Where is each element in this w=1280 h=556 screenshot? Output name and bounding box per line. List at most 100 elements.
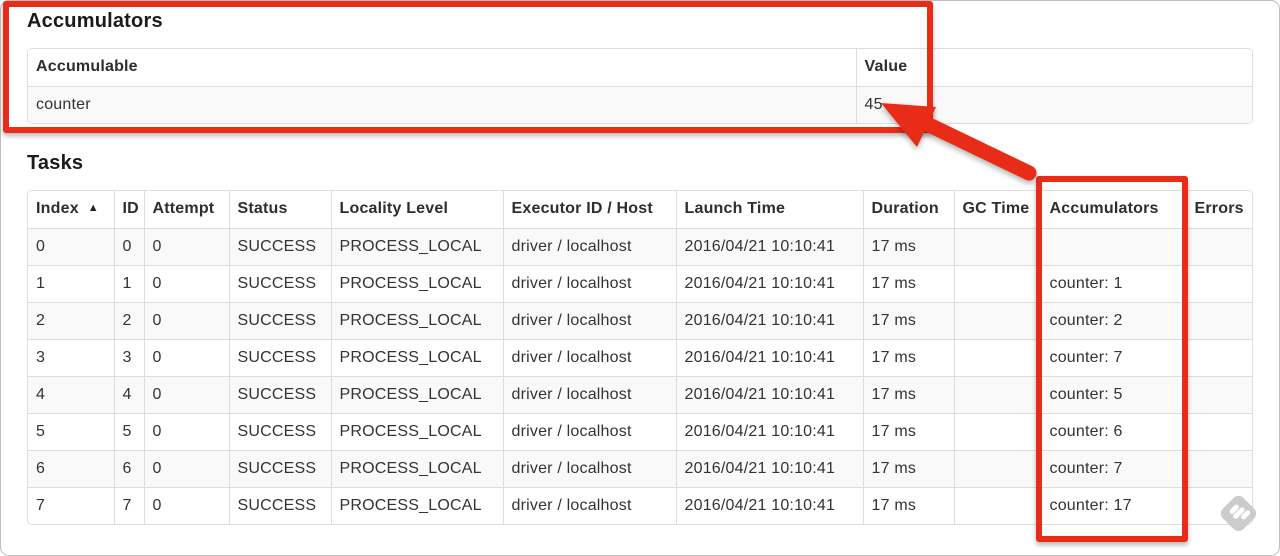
accumulators-table-header-row: Accumulable Value [28, 49, 1252, 86]
tasks-table-row-0: 0 0 0 SUCCESS PROCESS_LOCAL driver / localhos… [28, 227, 1252, 265]
tasks-table-cell-index: 3 [28, 338, 114, 376]
tasks-table-header-attempt[interactable]: Attempt [143, 191, 229, 228]
tasks-table-cell-id: 1 [113, 264, 144, 302]
tasks-table-header-accumulators[interactable]: Accumulators [1040, 191, 1186, 228]
tasks-table-cell-executor_id_host: driver / localhost [502, 412, 676, 450]
tasks-table-cell-executor_id_host: driver / localhost [502, 227, 676, 265]
accumulators-section-title: Accumulators [27, 10, 163, 32]
tasks-table-header-gc_time[interactable]: GC Time [953, 191, 1041, 228]
tasks-table-cell-status: SUCCESS [228, 412, 331, 450]
tasks-table-cell-locality_level: PROCESS_LOCAL [330, 227, 503, 265]
tasks-table-cell-accumulators: counter: 7 [1040, 338, 1186, 376]
tasks-table-cell-id: 6 [113, 449, 144, 487]
tasks-table-cell-errors [1185, 375, 1252, 413]
annotation-arrow-shaft [915, 114, 1037, 181]
tasks-table-header-executor_id_host[interactable]: Executor ID / Host [502, 191, 676, 228]
column-label: Status [237, 200, 288, 218]
tasks-table-cell-launch_time: 2016/04/21 10:10:41 [675, 486, 863, 524]
tasks-table-cell-duration: 17 ms [862, 301, 954, 339]
tasks-table-row-3: 3 3 0 SUCCESS PROCESS_LOCAL driver / localhos… [28, 338, 1252, 376]
tasks-table-cell-executor_id_host: driver / localhost [502, 338, 676, 376]
tasks-table-cell-gc_time [953, 227, 1041, 265]
tasks-table-cell-attempt: 0 [143, 264, 229, 302]
tasks-table-cell-errors [1185, 338, 1252, 376]
tasks-table-cell-gc_time [953, 264, 1041, 302]
tasks-table-cell-locality_level: PROCESS_LOCAL [330, 338, 503, 376]
tasks-table-cell-locality_level: PROCESS_LOCAL [330, 486, 503, 524]
tasks-table-cell-accumulators: counter: 1 [1040, 264, 1186, 302]
tasks-table-cell-index: 5 [28, 412, 114, 450]
tasks-table-cell-locality_level: PROCESS_LOCAL [330, 264, 503, 302]
sort-ascending-icon: ▲ [87, 202, 99, 215]
tasks-table-cell-launch_time: 2016/04/21 10:10:41 [675, 227, 863, 265]
column-label: Errors [1194, 200, 1244, 218]
tasks-table-cell-locality_level: PROCESS_LOCAL [330, 412, 503, 450]
tasks-table-cell-status: SUCCESS [228, 338, 331, 376]
tasks-table-cell-launch_time: 2016/04/21 10:10:41 [675, 301, 863, 339]
tasks-table-cell-attempt: 0 [143, 449, 229, 487]
tasks-table-header-index[interactable]: Index ▲ [28, 191, 114, 228]
tasks-table-cell-accumulators [1040, 227, 1186, 265]
tasks-table-header-locality_level[interactable]: Locality Level [330, 191, 503, 228]
tasks-table-cell-attempt: 0 [143, 301, 229, 339]
tasks-table-header-id[interactable]: ID [113, 191, 144, 228]
tasks-table-cell-errors [1185, 449, 1252, 487]
tasks-table-cell-accumulators: counter: 6 [1040, 412, 1186, 450]
tasks-table-cell-id: 0 [113, 227, 144, 265]
column-label: Index [36, 200, 79, 218]
column-label: Attempt [152, 200, 215, 218]
tasks-table: Index ▲ ID Attempt Status Locality Level Execu… [28, 191, 1252, 524]
tasks-table-row-1: 1 1 0 SUCCESS PROCESS_LOCAL driver / localhos… [28, 264, 1252, 302]
column-label: Accumulators [1049, 200, 1159, 218]
tasks-table-header-launch_time[interactable]: Launch Time [675, 191, 863, 228]
tasks-table-cell-errors [1185, 301, 1252, 339]
tasks-table-cell-status: SUCCESS [228, 264, 331, 302]
tasks-table-cell-attempt: 0 [143, 412, 229, 450]
tasks-table-cell-accumulators: counter: 2 [1040, 301, 1186, 339]
tasks-table-cell-executor_id_host: driver / localhost [502, 375, 676, 413]
tasks-table-cell-launch_time: 2016/04/21 10:10:41 [675, 412, 863, 450]
accumulators-table-header-accumulable[interactable]: Accumulable [28, 49, 856, 86]
column-label: Duration [871, 200, 939, 218]
tasks-table-cell-status: SUCCESS [228, 227, 331, 265]
column-label: Accumulable [36, 58, 138, 76]
tasks-table-header-duration[interactable]: Duration [862, 191, 954, 228]
accumulators-table-header-value[interactable]: Value [855, 49, 1252, 86]
column-label: Locality Level [339, 200, 449, 218]
tasks-table-cell-index: 2 [28, 301, 114, 339]
tasks-table-cell-gc_time [953, 301, 1041, 339]
tasks-table-cell-duration: 17 ms [862, 449, 954, 487]
tasks-table-cell-attempt: 0 [143, 375, 229, 413]
tasks-table-header-status[interactable]: Status [228, 191, 331, 228]
tasks-table-cell-errors [1185, 264, 1252, 302]
tasks-table-wrapper: Index ▲ ID Attempt Status Locality Level Execu… [27, 190, 1253, 525]
tasks-table-row-4: 4 4 0 SUCCESS PROCESS_LOCAL driver / localhos… [28, 375, 1252, 413]
tasks-table-row-2: 2 2 0 SUCCESS PROCESS_LOCAL driver / localhos… [28, 301, 1252, 339]
tasks-table-cell-accumulators: counter: 7 [1040, 449, 1186, 487]
tasks-table-cell-gc_time [953, 375, 1041, 413]
column-label: ID [122, 200, 139, 218]
tasks-table-cell-attempt: 0 [143, 486, 229, 524]
tasks-table-cell-executor_id_host: driver / localhost [502, 486, 676, 524]
tasks-table-cell-id: 7 [113, 486, 144, 524]
accumulators-table-cell-value: 45 [855, 85, 1252, 123]
tasks-table-cell-errors [1185, 227, 1252, 265]
tasks-table-cell-executor_id_host: driver / localhost [502, 301, 676, 339]
tasks-table-cell-launch_time: 2016/04/21 10:10:41 [675, 264, 863, 302]
accumulators-table-cell-accumulable: counter [28, 85, 856, 123]
tasks-table-cell-gc_time [953, 412, 1041, 450]
tasks-table-cell-duration: 17 ms [862, 264, 954, 302]
tasks-table-cell-errors [1185, 412, 1252, 450]
tasks-table-cell-locality_level: PROCESS_LOCAL [330, 375, 503, 413]
tasks-table-cell-gc_time [953, 486, 1041, 524]
tasks-table-cell-attempt: 0 [143, 338, 229, 376]
tasks-table-cell-index: 1 [28, 264, 114, 302]
tasks-table-cell-gc_time [953, 449, 1041, 487]
tasks-table-cell-index: 6 [28, 449, 114, 487]
tasks-table-cell-executor_id_host: driver / localhost [502, 449, 676, 487]
tasks-table-cell-duration: 17 ms [862, 486, 954, 524]
tasks-table-header-errors[interactable]: Errors [1185, 191, 1252, 228]
tasks-table-cell-accumulators: counter: 17 [1040, 486, 1186, 524]
tasks-table-cell-executor_id_host: driver / localhost [502, 264, 676, 302]
tasks-table-cell-locality_level: PROCESS_LOCAL [330, 301, 503, 339]
